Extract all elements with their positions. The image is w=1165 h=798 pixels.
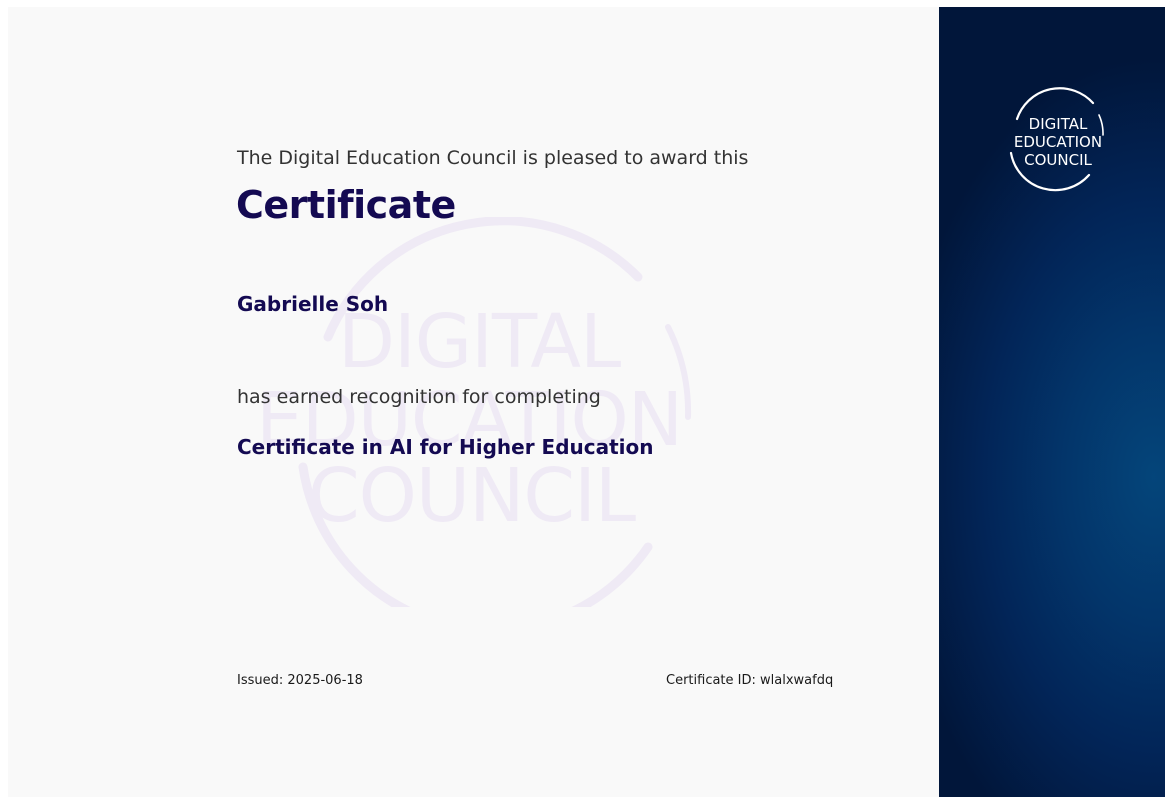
award-intro-text: The Digital Education Council is pleased… (237, 147, 749, 169)
watermark-logo-graphic: DIGITAL EDUCATION COUNCIL (256, 217, 692, 607)
logo-line-3: COUNCIL (1024, 151, 1092, 169)
watermark-line-3: COUNCIL (308, 453, 636, 539)
earned-recognition-text: has earned recognition for completing (237, 386, 601, 408)
issued-date: Issued: 2025-06-18 (237, 673, 363, 688)
certificate-id: Certificate ID: wlalxwafdq (666, 673, 834, 688)
course-name: Certificate in AI for Higher Education (237, 435, 654, 459)
logo-line-1: DIGITAL (1029, 115, 1088, 133)
watermark-logo: DIGITAL EDUCATION COUNCIL (248, 217, 708, 607)
council-logo-graphic: DIGITAL EDUCATION COUNCIL (1009, 87, 1104, 192)
logo-line-2: EDUCATION (1014, 133, 1102, 151)
page: DIGITAL EDUCATION COUNCIL The Digital Ed… (0, 0, 1165, 798)
recipient-name: Gabrielle Soh (237, 292, 389, 316)
council-logo: DIGITAL EDUCATION COUNCIL (1003, 87, 1113, 192)
certificate: DIGITAL EDUCATION COUNCIL The Digital Ed… (8, 7, 1165, 797)
certificate-title: Certificate (236, 183, 456, 227)
side-panel: DIGITAL EDUCATION COUNCIL (939, 7, 1165, 797)
